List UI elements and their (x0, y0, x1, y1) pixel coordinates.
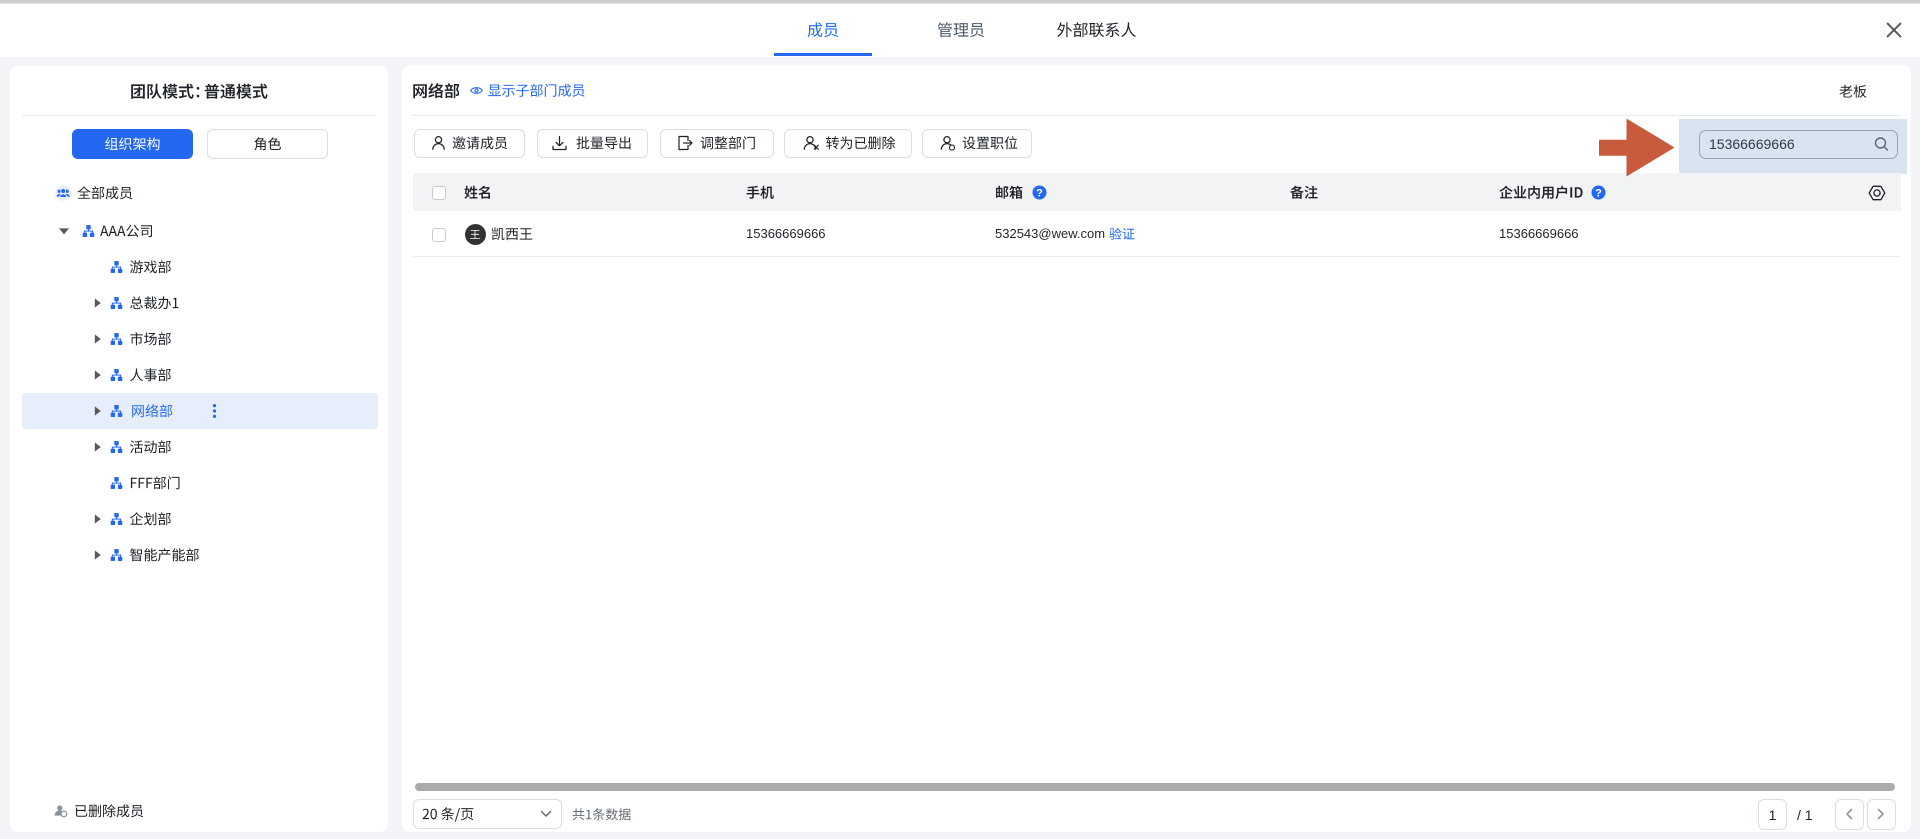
svg-text:?: ? (1036, 187, 1043, 199)
svg-text:?: ? (1595, 187, 1602, 199)
